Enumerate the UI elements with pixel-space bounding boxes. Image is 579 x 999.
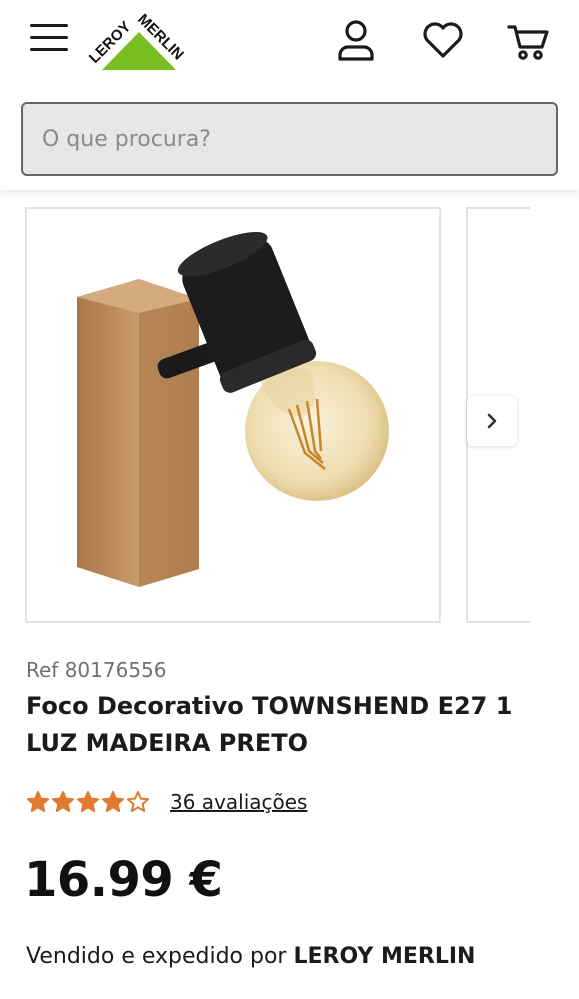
chevron-right-icon[interactable] bbox=[467, 396, 517, 446]
star-filled-icon bbox=[52, 791, 74, 812]
user-icon[interactable] bbox=[334, 18, 378, 64]
rating-stars bbox=[26, 790, 150, 814]
search-input[interactable] bbox=[23, 104, 556, 174]
product-title: Foco Decorativo TOWNSHEND E27 1 LUZ MADE… bbox=[26, 692, 513, 757]
reviews-link[interactable]: 36 avaliações bbox=[170, 790, 307, 814]
seller-name: LEROY MERLIN bbox=[293, 944, 476, 969]
product-image-card[interactable] bbox=[25, 207, 441, 623]
star-filled-icon bbox=[102, 791, 124, 812]
heart-icon[interactable] bbox=[420, 18, 464, 64]
rating-row[interactable]: 36 avaliações bbox=[26, 788, 307, 816]
star-outline-icon bbox=[127, 791, 149, 812]
product-price: 16.99 € bbox=[24, 852, 223, 908]
search-bar[interactable] bbox=[21, 102, 558, 176]
cart-icon[interactable] bbox=[506, 18, 550, 64]
product-reference: Ref 80176556 bbox=[26, 658, 167, 682]
leroy-merlin-logo[interactable]: LEROY MERLIN bbox=[86, 8, 192, 74]
star-filled-icon bbox=[27, 791, 49, 812]
menu-icon[interactable] bbox=[30, 24, 68, 56]
top-header: LEROY MERLIN bbox=[0, 0, 579, 190]
product-photo bbox=[77, 231, 389, 587]
seller-prefix: Vendido e expedido por bbox=[26, 944, 294, 969]
seller-info: Vendido e expedido por LEROY MERLIN bbox=[26, 944, 475, 969]
star-filled-icon bbox=[77, 791, 99, 812]
product-image-carousel[interactable] bbox=[0, 206, 579, 624]
